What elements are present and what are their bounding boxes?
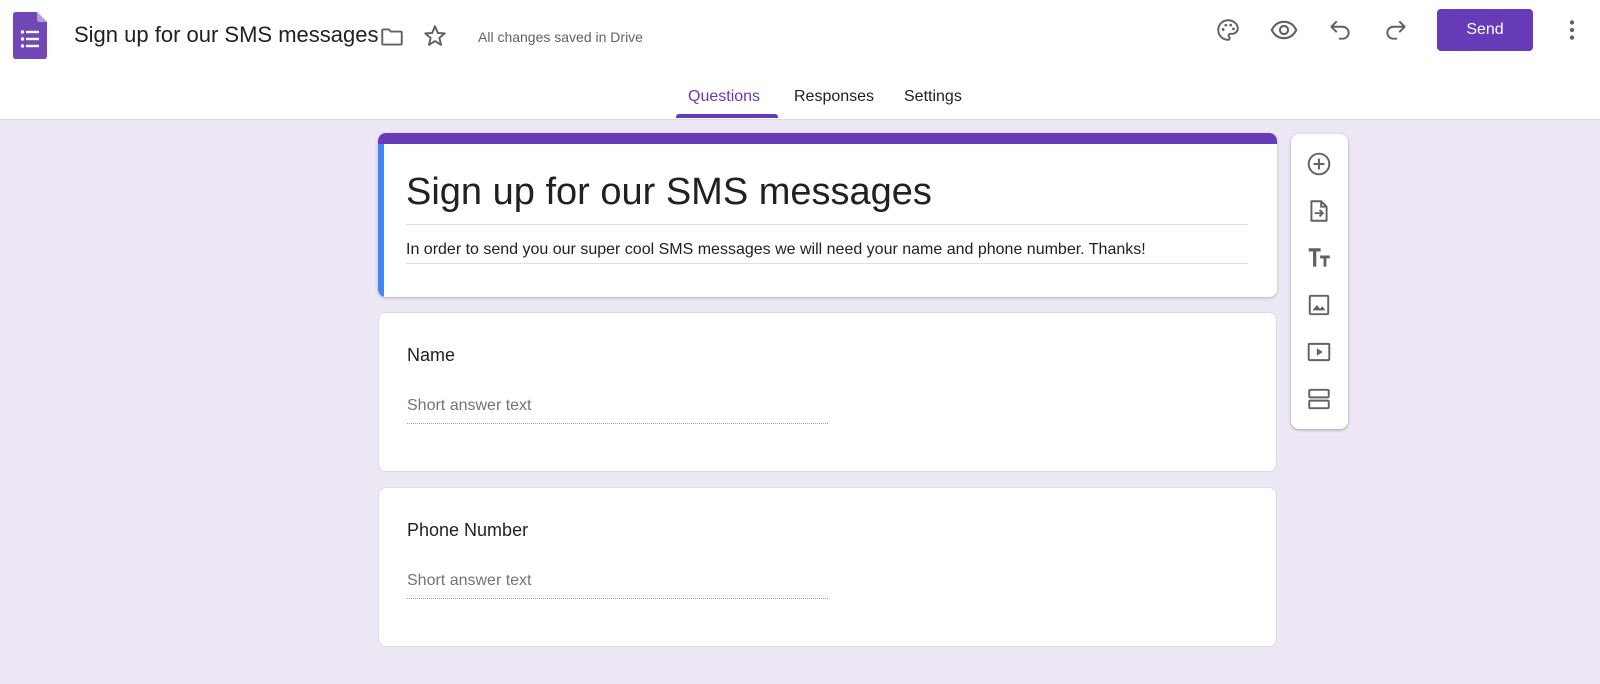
import-questions-icon[interactable] xyxy=(1304,196,1334,226)
short-answer-placeholder: Short answer text xyxy=(407,572,532,589)
add-video-icon[interactable] xyxy=(1304,337,1334,367)
form-description[interactable]: In order to send you our super cool SMS … xyxy=(406,241,1146,259)
undo-icon[interactable] xyxy=(1325,15,1355,45)
add-title-icon[interactable] xyxy=(1304,243,1334,273)
focus-indicator xyxy=(378,144,384,297)
question-card-phone-number[interactable]: Phone Number Short answer text xyxy=(378,487,1277,647)
top-bar: Sign up for our SMS messages All changes… xyxy=(0,0,1600,120)
theme-stripe xyxy=(378,133,1277,144)
redo-icon[interactable] xyxy=(1381,15,1411,45)
form-header-card[interactable]: Sign up for our SMS messages In order to… xyxy=(378,133,1277,297)
question-card-name[interactable]: Name Short answer text xyxy=(378,312,1277,472)
answer-underline xyxy=(407,423,828,424)
question-title[interactable]: Phone Number xyxy=(407,520,528,541)
form-title[interactable]: Sign up for our SMS messages xyxy=(406,171,932,214)
short-answer-placeholder: Short answer text xyxy=(407,397,532,414)
floating-toolbar xyxy=(1291,134,1348,429)
send-button[interactable]: Send xyxy=(1437,9,1533,51)
description-divider xyxy=(406,263,1248,264)
add-question-icon[interactable] xyxy=(1304,149,1334,179)
active-tab-indicator xyxy=(676,114,778,118)
title-divider xyxy=(406,224,1248,225)
folder-icon[interactable] xyxy=(377,22,407,52)
add-image-icon[interactable] xyxy=(1304,290,1334,320)
palette-icon[interactable] xyxy=(1213,15,1243,45)
add-section-icon[interactable] xyxy=(1304,384,1334,414)
tab-settings[interactable]: Settings xyxy=(904,88,962,106)
eye-icon[interactable] xyxy=(1269,15,1299,45)
save-status: All changes saved in Drive xyxy=(478,29,643,45)
document-title[interactable]: Sign up for our SMS messages xyxy=(74,22,378,48)
question-title[interactable]: Name xyxy=(407,345,455,366)
tab-questions[interactable]: Questions xyxy=(688,88,760,106)
tab-responses[interactable]: Responses xyxy=(794,88,874,106)
star-icon[interactable] xyxy=(420,21,450,51)
more-vert-icon[interactable] xyxy=(1557,15,1587,45)
answer-underline xyxy=(407,598,828,599)
forms-logo-icon[interactable] xyxy=(13,12,47,59)
